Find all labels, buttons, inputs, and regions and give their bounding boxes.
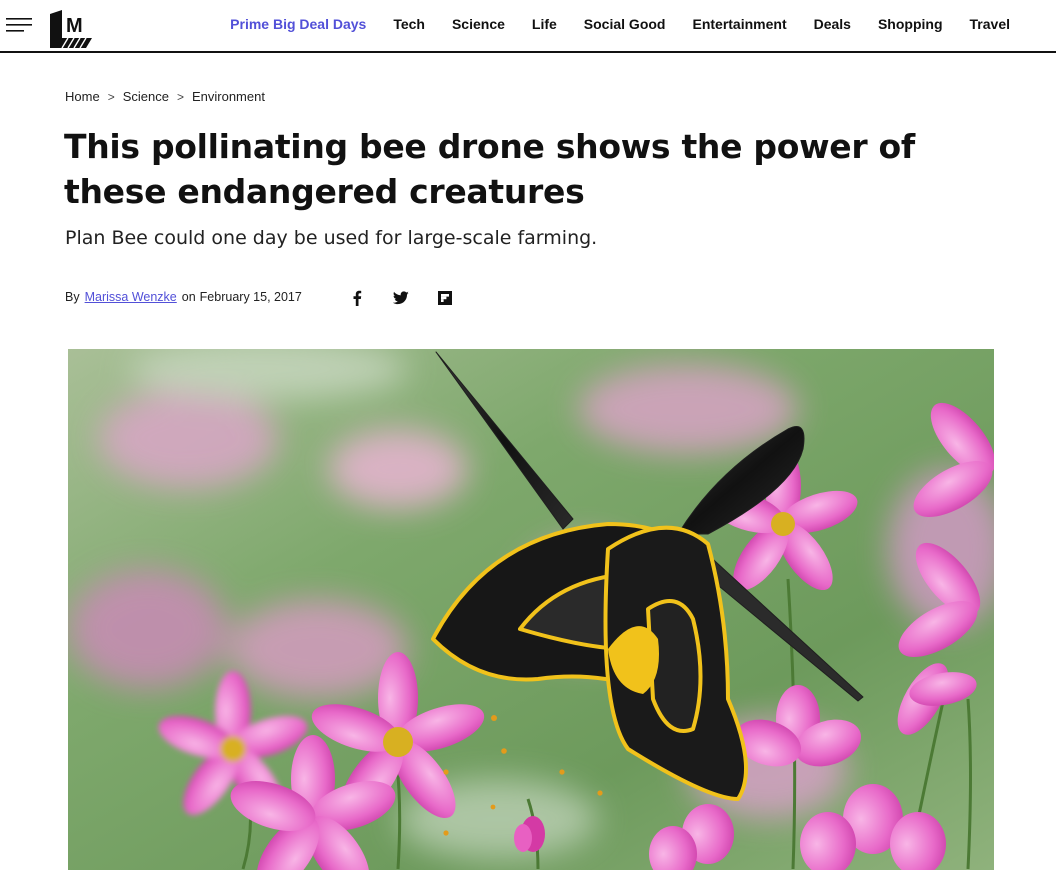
nav-link-tech[interactable]: Tech — [393, 16, 425, 32]
breadcrumb-separator: > — [176, 89, 184, 104]
bee-drone-flowers-illustration — [68, 349, 994, 870]
breadcrumb-environment[interactable]: Environment — [192, 89, 265, 104]
hamburger-menu-icon[interactable] — [6, 17, 32, 33]
nav-link-science[interactable]: Science — [452, 16, 505, 32]
main-nav: Prime Big Deal Days Tech Science Life So… — [203, 16, 1010, 32]
top-navigation-bar: M Prime Big Deal Days Tech Science Life … — [0, 0, 1056, 53]
byline: By Marissa Wenzke on February 15, 2017 — [65, 290, 302, 304]
breadcrumb-separator: > — [107, 89, 115, 104]
flipboard-icon — [438, 291, 452, 305]
hero-image — [68, 349, 994, 870]
breadcrumb-home[interactable]: Home — [65, 89, 100, 104]
nav-link-deals[interactable]: Deals — [814, 16, 851, 32]
nav-link-life[interactable]: Life — [532, 16, 557, 32]
date-prefix: on — [181, 290, 196, 304]
nav-link-social-good[interactable]: Social Good — [584, 16, 666, 32]
facebook-share-button[interactable] — [348, 289, 366, 307]
nav-link-entertainment[interactable]: Entertainment — [692, 16, 786, 32]
breadcrumb: Home > Science > Environment — [65, 89, 265, 104]
flipboard-share-button[interactable] — [436, 289, 454, 307]
site-logo[interactable]: M — [48, 8, 94, 52]
nav-link-prime-big-deal-days[interactable]: Prime Big Deal Days — [230, 16, 366, 32]
nav-link-travel[interactable]: Travel — [970, 16, 1010, 32]
twitter-icon — [393, 291, 409, 305]
byline-prefix: By — [65, 290, 80, 304]
nav-link-shopping[interactable]: Shopping — [878, 16, 943, 32]
article-title: This pollinating bee drone shows the pow… — [64, 127, 915, 211]
logo-letter: M — [66, 15, 83, 37]
publish-date: February 15, 2017 — [199, 290, 302, 304]
facebook-icon — [353, 290, 362, 306]
breadcrumb-science[interactable]: Science — [123, 89, 169, 104]
author-link[interactable]: Marissa Wenzke — [85, 290, 177, 304]
twitter-share-button[interactable] — [392, 289, 410, 307]
article-subtitle: Plan Bee could one day be used for large… — [65, 227, 598, 249]
